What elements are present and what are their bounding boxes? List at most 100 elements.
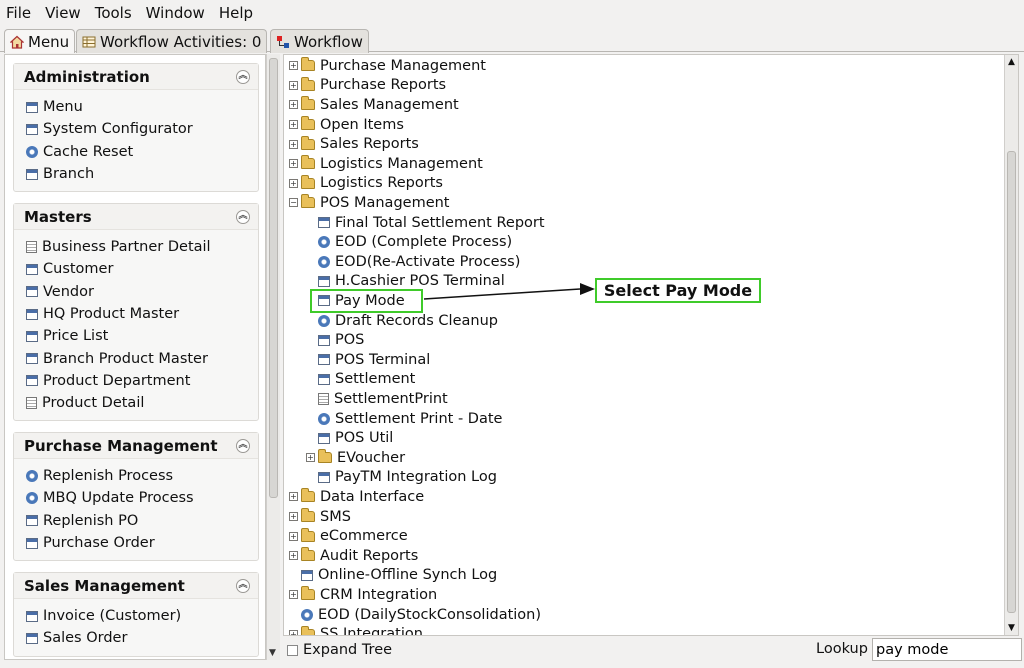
- tree-node[interactable]: + Audit Reports: [289, 546, 418, 566]
- collapse-icon[interactable]: ︽: [236, 69, 250, 84]
- scroll-down-icon[interactable]: ▼: [1008, 623, 1015, 633]
- scrollbar-thumb[interactable]: [1007, 151, 1016, 613]
- expand-icon[interactable]: +: [289, 629, 298, 635]
- group-item[interactable]: Replenish PO: [26, 510, 258, 532]
- group-item[interactable]: Product Detail: [26, 392, 258, 414]
- group-item[interactable]: MBQ Update Process: [26, 487, 258, 509]
- scroll-down-icon[interactable]: ▼: [269, 648, 276, 658]
- expand-icon[interactable]: +: [289, 120, 298, 130]
- lookup-input[interactable]: [872, 638, 1022, 661]
- group-item[interactable]: Invoice (Customer): [26, 605, 258, 627]
- group-item[interactable]: System Configurator: [26, 118, 258, 140]
- group-item[interactable]: Purchase Order: [26, 532, 258, 554]
- collapse-icon[interactable]: ︽: [236, 578, 250, 593]
- tab-workflow-label: Workflow: [294, 32, 363, 51]
- tab-workflow-activities[interactable]: Workflow Activities: 0: [76, 29, 268, 53]
- group-item-label: Cache Reset: [43, 143, 134, 160]
- group-item[interactable]: Cache Reset: [26, 141, 258, 163]
- collapse-icon[interactable]: ︽: [236, 438, 250, 453]
- group-header[interactable]: Administration ︽: [14, 64, 258, 90]
- group-item-label: Customer: [43, 261, 114, 278]
- tree-node[interactable]: POS Terminal: [306, 350, 430, 370]
- tree-node-label: Online-Offline Synch Log: [318, 567, 498, 584]
- document-icon: [26, 241, 37, 254]
- tree-node[interactable]: Settlement Print - Date: [306, 409, 502, 429]
- tree-node-label: Open Items: [320, 116, 404, 133]
- tree-node[interactable]: Draft Records Cleanup: [306, 311, 498, 331]
- window-icon: [318, 334, 330, 346]
- group-header[interactable]: Sales Management ︽: [14, 573, 258, 599]
- group-header[interactable]: Purchase Management ︽: [14, 433, 258, 459]
- tree-scrollbar[interactable]: ▲ ▼: [1004, 55, 1018, 635]
- group-item[interactable]: Replenish Process: [26, 465, 258, 487]
- folder-icon: [301, 57, 315, 72]
- menu-window[interactable]: Window: [146, 4, 205, 22]
- left-pane-scrollbar[interactable]: ▼: [266, 54, 280, 660]
- group-item[interactable]: Customer: [26, 258, 258, 280]
- expand-icon[interactable]: +: [289, 531, 298, 541]
- scrollbar-thumb[interactable]: [269, 58, 278, 498]
- tree-node[interactable]: Settlement: [306, 370, 415, 390]
- group-item[interactable]: Product Department: [26, 370, 258, 392]
- group-item[interactable]: HQ Product Master: [26, 303, 258, 325]
- tree-node[interactable]: EOD (Complete Process): [306, 232, 512, 252]
- collapse-icon[interactable]: −: [289, 198, 298, 208]
- tree-node[interactable]: + Logistics Management: [289, 154, 483, 174]
- tree-node[interactable]: + Sales Reports: [289, 134, 419, 154]
- tree-node[interactable]: EOD(Re-Activate Process): [306, 252, 520, 272]
- tree-node[interactable]: + Purchase Management: [289, 56, 486, 76]
- tree-node[interactable]: + SMS: [289, 507, 351, 527]
- expand-icon[interactable]: +: [289, 590, 298, 600]
- group-item[interactable]: Branch Product Master: [26, 347, 258, 369]
- tree-node[interactable]: + Open Items: [289, 115, 404, 135]
- expand-tree-checkbox[interactable]: [287, 644, 298, 656]
- group-item[interactable]: Vendor: [26, 281, 258, 303]
- expand-icon[interactable]: +: [289, 139, 298, 149]
- expand-icon[interactable]: +: [289, 100, 298, 110]
- expand-icon[interactable]: +: [289, 80, 298, 90]
- group-item-label: HQ Product Master: [43, 306, 180, 323]
- expand-icon[interactable]: +: [289, 178, 298, 188]
- tree-node[interactable]: Online-Offline Synch Log: [289, 566, 497, 586]
- tab-menu[interactable]: Menu: [4, 29, 76, 53]
- tree-node[interactable]: POS Util: [306, 428, 393, 448]
- menu-tools[interactable]: Tools: [95, 4, 132, 22]
- tree-node[interactable]: SettlementPrint: [306, 389, 448, 409]
- group-item[interactable]: Menu: [26, 96, 258, 118]
- expand-icon[interactable]: +: [289, 512, 298, 522]
- group-item[interactable]: Business Partner Detail: [26, 236, 258, 258]
- collapse-icon[interactable]: ︽: [236, 209, 250, 224]
- menu-file[interactable]: File: [6, 4, 31, 22]
- document-icon: [318, 392, 329, 405]
- tree-node[interactable]: Final Total Settlement Report: [306, 213, 545, 233]
- workflow-icon: [276, 35, 290, 49]
- menu-view[interactable]: View: [45, 4, 81, 22]
- expand-icon[interactable]: +: [289, 61, 298, 71]
- group-item[interactable]: Sales Order: [26, 627, 258, 649]
- folder-icon: [301, 625, 315, 635]
- tree-node[interactable]: + Sales Management: [289, 95, 459, 115]
- group-item[interactable]: Price List: [26, 325, 258, 347]
- expand-icon[interactable]: +: [306, 453, 315, 463]
- expand-icon[interactable]: +: [289, 159, 298, 169]
- scroll-up-icon[interactable]: ▲: [1008, 57, 1015, 67]
- group-header[interactable]: Masters ︽: [14, 204, 258, 230]
- group-item-label: Sales Order: [43, 630, 128, 647]
- tree-node[interactable]: + CRM Integration: [289, 585, 437, 605]
- tree-node[interactable]: + Data Interface: [289, 487, 424, 507]
- tree-node[interactable]: PayTM Integration Log: [306, 468, 497, 488]
- expand-icon[interactable]: +: [289, 492, 298, 502]
- tree-node[interactable]: + Purchase Reports: [289, 76, 446, 96]
- tree-node[interactable]: POS: [306, 330, 364, 350]
- tree-node[interactable]: EOD (DailyStockConsolidation): [289, 605, 541, 625]
- tree-node[interactable]: + eCommerce: [289, 526, 408, 546]
- tab-workflow-activities-label: Workflow Activities: 0: [100, 32, 262, 51]
- group-item[interactable]: Branch: [26, 163, 258, 185]
- tree-node[interactable]: + SS Integration: [289, 624, 423, 635]
- tree-node[interactable]: − POS Management: [289, 193, 450, 213]
- tree-node[interactable]: + EVoucher: [306, 448, 405, 468]
- menu-help[interactable]: Help: [219, 4, 253, 22]
- tab-workflow[interactable]: Workflow: [270, 29, 369, 53]
- expand-icon[interactable]: +: [289, 551, 298, 561]
- tree-node[interactable]: + Logistics Reports: [289, 174, 443, 194]
